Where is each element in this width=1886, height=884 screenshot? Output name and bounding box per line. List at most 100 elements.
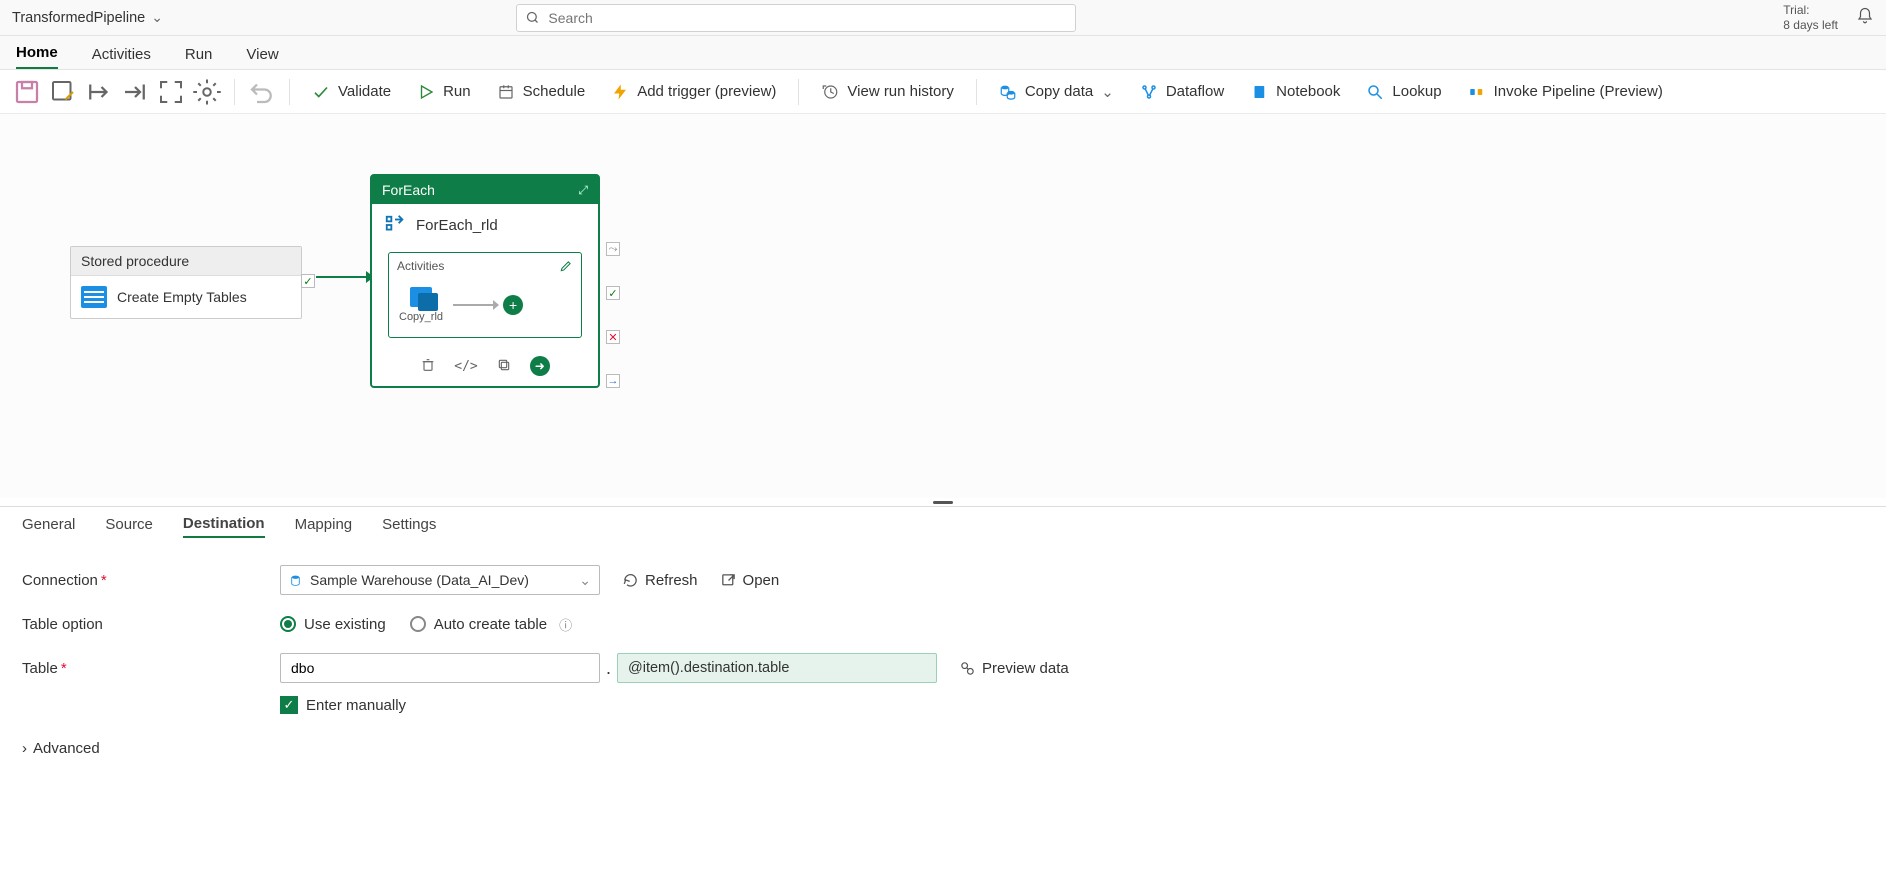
checkmark-icon: ✓	[280, 696, 298, 714]
fit-view-button[interactable]	[156, 77, 186, 107]
validate-button[interactable]: Validate	[302, 81, 401, 103]
auto-create-radio[interactable]: Auto create tableⓘ	[410, 615, 572, 634]
node-name: Create Empty Tables	[117, 289, 247, 305]
copy-icon	[496, 357, 512, 373]
details-panel-tabs: General Source Destination Mapping Setti…	[0, 506, 1886, 546]
stored-procedure-node[interactable]: Stored procedure Create Empty Tables ✓	[70, 246, 302, 319]
delete-button[interactable]	[420, 357, 436, 376]
separator	[234, 79, 235, 105]
trial-status: Trial: 8 days left	[1783, 3, 1838, 33]
import-button[interactable]	[120, 77, 150, 107]
warehouse-icon	[289, 574, 302, 587]
add-activity-button[interactable]: +	[503, 295, 523, 315]
table-label: Table*	[22, 660, 280, 677]
pipeline-canvas[interactable]: Stored procedure Create Empty Tables ✓ F…	[0, 114, 1886, 498]
separator	[798, 79, 799, 105]
notifications-button[interactable]	[1856, 7, 1874, 28]
invoke-pipeline-button[interactable]: Invoke Pipeline (Preview)	[1458, 81, 1673, 103]
tab-settings[interactable]: Settings	[382, 516, 436, 537]
code-button[interactable]: </>	[454, 359, 477, 374]
connector-arrow	[316, 276, 366, 278]
info-icon[interactable]: ⓘ	[559, 615, 572, 634]
foreach-name-row: ForEach_rld	[372, 204, 598, 246]
arrow-icon	[453, 304, 493, 306]
run-node-button[interactable]: ➜	[530, 356, 550, 376]
schema-input[interactable]	[280, 653, 600, 683]
export-button[interactable]	[84, 77, 114, 107]
table-expression-input[interactable]: @item().destination.table	[617, 653, 937, 683]
fit-icon	[156, 77, 186, 107]
menu-activities[interactable]: Activities	[92, 46, 151, 69]
search-icon	[525, 10, 540, 25]
activities-label: Activities	[397, 259, 444, 273]
inner-copy-activity[interactable]: Copy_rld	[399, 287, 443, 323]
skip-port-icon[interactable]: ⤳	[606, 242, 620, 256]
save-edit-icon	[48, 77, 78, 107]
dataflow-button[interactable]: Dataflow	[1130, 81, 1234, 103]
copy-data-button[interactable]: Copy data⌄	[989, 81, 1124, 103]
save-button[interactable]	[12, 77, 42, 107]
chevron-down-icon: ⌄	[579, 572, 591, 589]
activities-container[interactable]: Activities Copy_rld +	[388, 252, 582, 338]
clone-button[interactable]	[496, 357, 512, 376]
notebook-button[interactable]: Notebook	[1240, 81, 1350, 103]
connection-label: Connection*	[22, 572, 280, 589]
completion-port-icon[interactable]: →	[606, 374, 620, 388]
ribbon-toolbar: Validate Run Schedule Add trigger (previ…	[0, 70, 1886, 114]
chevron-right-icon: ›	[22, 740, 27, 757]
search-input[interactable]	[548, 10, 1067, 26]
tab-mapping[interactable]: Mapping	[295, 516, 353, 537]
foreach-icon	[384, 214, 406, 236]
menu-view[interactable]: View	[246, 46, 278, 69]
save-as-button[interactable]	[48, 77, 78, 107]
lookup-button[interactable]: Lookup	[1356, 81, 1451, 103]
success-port-icon[interactable]: ✓	[301, 274, 315, 288]
success-port-icon[interactable]: ✓	[606, 286, 620, 300]
play-icon	[417, 83, 435, 101]
refresh-button[interactable]: Refresh	[622, 572, 698, 589]
connection-value: Sample Warehouse (Data_AI_Dev)	[310, 572, 529, 588]
schedule-button[interactable]: Schedule	[487, 81, 596, 103]
add-trigger-button[interactable]: Add trigger (preview)	[601, 81, 786, 103]
preview-data-button[interactable]: Preview data	[959, 660, 1069, 677]
pencil-icon[interactable]	[559, 259, 573, 273]
panel-splitter[interactable]	[0, 498, 1886, 506]
enter-manually-checkbox[interactable]: ✓Enter manually	[280, 696, 406, 714]
lightning-icon	[611, 83, 629, 101]
undo-icon	[247, 77, 277, 107]
trial-remaining: 8 days left	[1783, 18, 1838, 33]
tab-source[interactable]: Source	[105, 516, 153, 537]
chevron-down-icon: ⌄	[151, 9, 163, 26]
preview-icon	[959, 660, 976, 677]
node-header: ForEach ⤢	[372, 176, 598, 204]
foreach-name-label: ForEach_rld	[416, 217, 498, 234]
dataflow-icon	[1140, 83, 1158, 101]
arrow-right-bar-icon	[84, 77, 114, 107]
refresh-icon	[622, 572, 639, 589]
pipeline-title[interactable]: TransformedPipeline ⌄	[12, 9, 163, 26]
pipeline-icon	[1468, 83, 1486, 101]
run-button[interactable]: Run	[407, 81, 481, 103]
save-icon	[12, 77, 42, 107]
undo-button[interactable]	[247, 77, 277, 107]
use-existing-radio[interactable]: Use existing	[280, 616, 386, 633]
tab-general[interactable]: General	[22, 516, 75, 537]
connection-dropdown[interactable]: Sample Warehouse (Data_AI_Dev) ⌄	[280, 565, 600, 595]
foreach-node[interactable]: ForEach ⤢ ForEach_rld Activities Copy_rl…	[370, 174, 600, 388]
separator	[289, 79, 290, 105]
menu-run[interactable]: Run	[185, 46, 213, 69]
failure-port-icon[interactable]: ✕	[606, 330, 620, 344]
expand-icon[interactable]: ⤢	[578, 183, 588, 198]
open-button[interactable]: Open	[720, 572, 780, 589]
tab-destination[interactable]: Destination	[183, 515, 265, 538]
search-box[interactable]	[516, 4, 1076, 32]
menu-home[interactable]: Home	[16, 44, 58, 69]
view-history-button[interactable]: View run history	[811, 81, 963, 103]
check-icon	[312, 83, 330, 101]
destination-form: Connection* Sample Warehouse (Data_AI_De…	[0, 546, 1886, 777]
trash-icon	[420, 357, 436, 373]
foreach-header-label: ForEach	[382, 182, 435, 198]
settings-button[interactable]	[192, 77, 222, 107]
history-icon	[821, 83, 839, 101]
advanced-toggle[interactable]: › Advanced	[22, 740, 1864, 757]
